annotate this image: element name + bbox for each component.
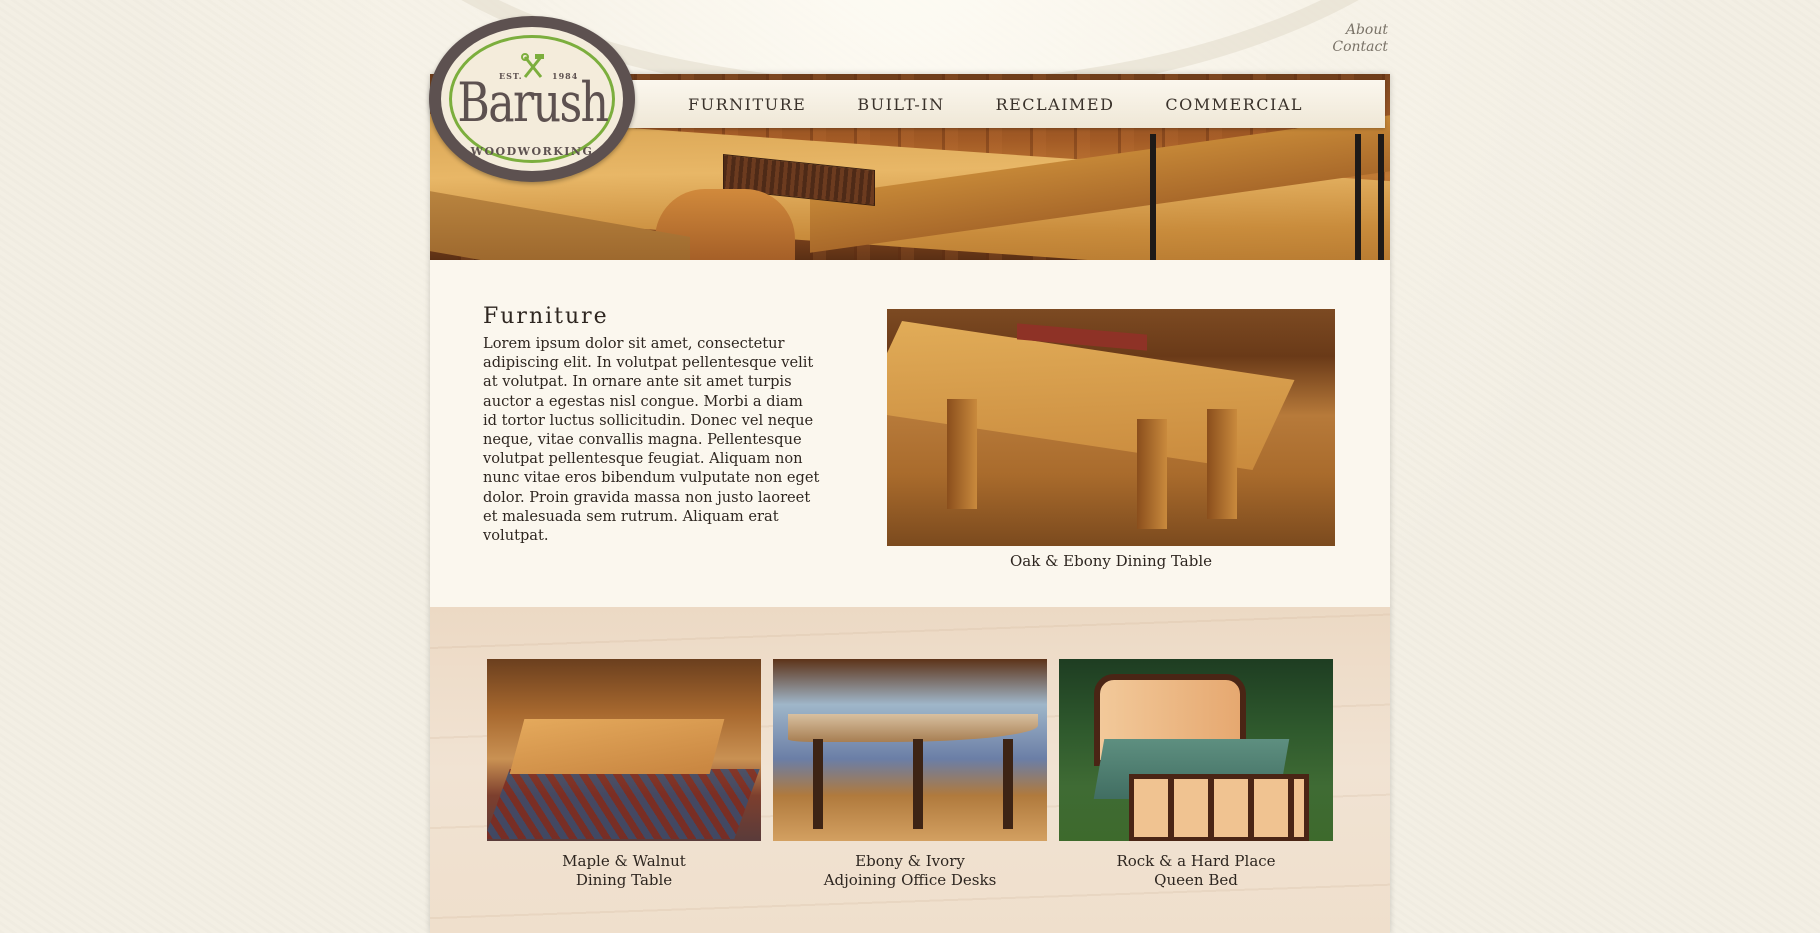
about-link[interactable]: About — [1332, 22, 1388, 39]
logo-subtitle: WOODWORKING — [470, 145, 594, 158]
nav-item-furniture[interactable]: FURNITURE — [688, 95, 806, 114]
contact-link[interactable]: Contact — [1332, 39, 1388, 56]
gallery-image-1[interactable] — [487, 659, 761, 841]
utility-nav: About Contact — [1332, 22, 1388, 56]
intro-paragraph: Lorem ipsum dolor sit amet, consectetur … — [483, 335, 820, 545]
main-nav: FURNITURE BUILT-IN RECLAIMED COMMERCIAL — [625, 80, 1385, 128]
gallery-caption-2: Ebony & Ivory Adjoining Office Desks — [823, 852, 997, 889]
logo[interactable]: EST. 1984 Barush WOODWORKING — [429, 16, 635, 182]
page-title: Furniture — [483, 304, 609, 329]
feature-caption: Oak & Ebony Dining Table — [1009, 552, 1213, 570]
logo-wordmark: Barush — [457, 71, 609, 134]
page-container: FURNITURE BUILT-IN RECLAIMED COMMERCIAL … — [430, 74, 1390, 933]
gallery-caption-3: Rock & a Hard Place Queen Bed — [1116, 852, 1276, 889]
gallery-image-2[interactable] — [773, 659, 1047, 841]
gallery-caption-1: Maple & Walnut Dining Table — [562, 852, 686, 889]
nav-item-built-in[interactable]: BUILT-IN — [857, 95, 944, 114]
feature-image[interactable] — [887, 309, 1335, 546]
gallery-band: Maple & Walnut Dining Table Ebony & Ivor… — [430, 607, 1390, 933]
gallery-image-3[interactable] — [1059, 659, 1333, 841]
nav-item-commercial[interactable]: COMMERCIAL — [1165, 95, 1303, 114]
nav-item-reclaimed[interactable]: RECLAIMED — [996, 95, 1115, 114]
